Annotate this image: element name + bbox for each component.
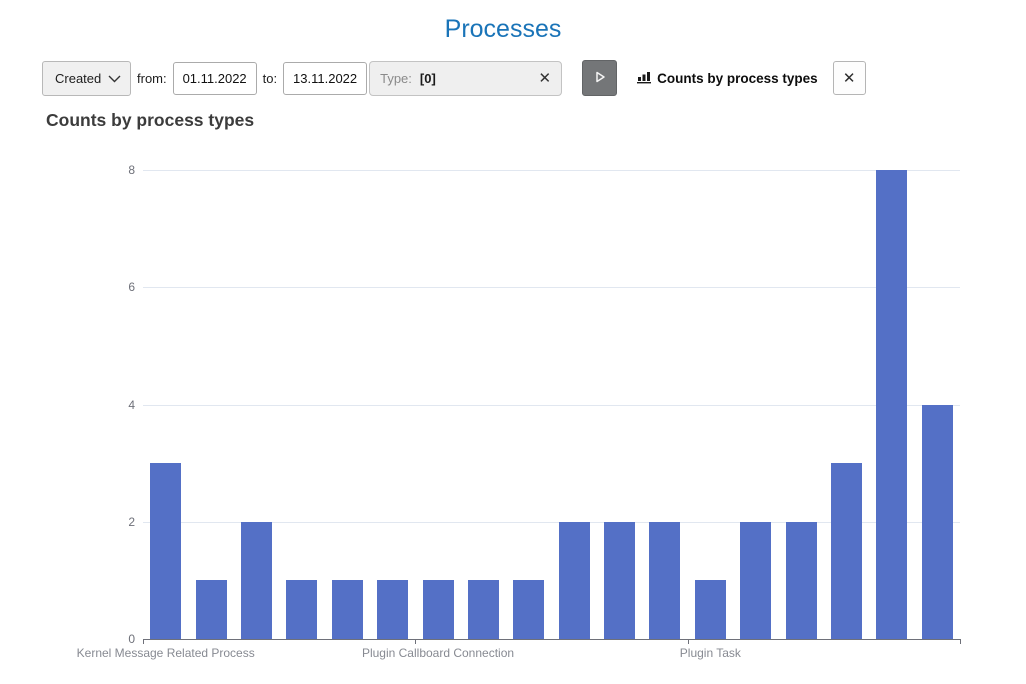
x-axis-label: Plugin Task <box>590 646 830 660</box>
bar[interactable] <box>922 405 953 640</box>
bar[interactable] <box>241 522 272 639</box>
bar[interactable] <box>740 522 771 639</box>
bar[interactable] <box>423 580 454 639</box>
gridline <box>143 170 960 171</box>
x-axis-tick <box>415 639 416 644</box>
y-axis-label: 6 <box>95 280 135 294</box>
bar[interactable] <box>196 580 227 639</box>
y-axis-label: 0 <box>95 632 135 646</box>
x-axis-tick <box>960 639 961 644</box>
x-axis-tick <box>143 639 144 644</box>
y-axis-label: 8 <box>95 163 135 177</box>
bar[interactable] <box>649 522 680 639</box>
bar[interactable] <box>559 522 590 639</box>
bar[interactable] <box>513 580 544 639</box>
bar[interactable] <box>695 580 726 639</box>
x-axis-label: Kernel Message Related Process <box>46 646 286 660</box>
bar[interactable] <box>332 580 363 639</box>
bar[interactable] <box>831 463 862 639</box>
y-axis-label: 2 <box>95 515 135 529</box>
bar[interactable] <box>468 580 499 639</box>
bar[interactable] <box>786 522 817 639</box>
bar[interactable] <box>150 463 181 639</box>
bar[interactable] <box>377 580 408 639</box>
x-axis-label: Plugin Callboard Connection <box>318 646 558 660</box>
y-axis-label: 4 <box>95 398 135 412</box>
gridline <box>143 405 960 406</box>
chart-canvas: 0 2 4 6 8 Kernel Message Related Process Plugi… <box>0 0 1026 684</box>
x-axis-line <box>143 639 961 640</box>
bar[interactable] <box>604 522 635 639</box>
bar[interactable] <box>876 170 907 639</box>
bar[interactable] <box>286 580 317 639</box>
gridline <box>143 287 960 288</box>
x-axis-tick <box>688 639 689 644</box>
